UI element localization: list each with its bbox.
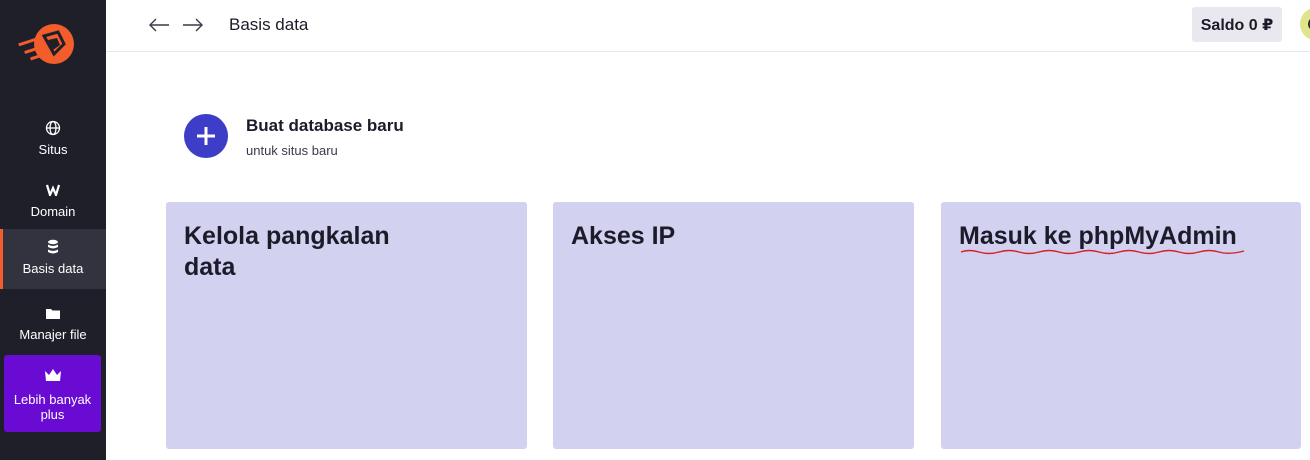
- card-title: Kelola pangkalan data: [184, 222, 390, 281]
- back-arrow-icon[interactable]: [146, 12, 172, 38]
- create-subtitle: untuk situs baru: [246, 143, 338, 158]
- folder-icon: [46, 303, 60, 323]
- card-manage-database[interactable]: Kelola pangkalan data: [166, 202, 527, 449]
- forward-arrow-icon[interactable]: [180, 12, 206, 38]
- sidebar-item-label: Basis data: [22, 261, 84, 276]
- card-title: Akses IP: [571, 222, 676, 250]
- sidebar-item-upgrade-plus[interactable]: Lebih banyak plus: [4, 355, 101, 432]
- sidebar-item-label: Domain: [30, 204, 76, 219]
- logo-rocket-icon[interactable]: [14, 20, 76, 68]
- create-title: Buat database baru: [246, 116, 404, 135]
- database-icon: [47, 237, 59, 257]
- sidebar-item-label: Situs: [38, 142, 68, 157]
- balance-button[interactable]: Saldo 0 ₽: [1192, 7, 1282, 42]
- avatar[interactable]: [1300, 8, 1310, 40]
- sidebar-item-basis-data[interactable]: Basis data: [0, 229, 106, 289]
- sidebar-item-situs[interactable]: Situs: [0, 110, 106, 168]
- sidebar-item-label: Lebih banyak plus: [13, 392, 92, 422]
- top-header: Basis data Saldo 0 ₽: [106, 0, 1310, 52]
- sidebar-item-domain[interactable]: Domain: [0, 172, 106, 230]
- globe-icon: [45, 118, 61, 138]
- card-phpmyadmin[interactable]: Masuk ke phpMyAdmin: [941, 202, 1301, 449]
- sidebar-item-label: Manajer file: [19, 327, 87, 342]
- plus-icon[interactable]: [184, 114, 228, 158]
- domain-w-icon: [46, 180, 60, 200]
- sidebar: Situs Domain Basis data Manajer file Leb…: [0, 0, 106, 460]
- page-title: Basis data: [229, 15, 309, 34]
- spellcheck-underline: [960, 249, 1245, 255]
- card-ip-access[interactable]: Akses IP: [553, 202, 914, 449]
- crown-icon: [44, 367, 62, 383]
- create-database-button[interactable]: Buat database baru untuk situs baru: [184, 114, 404, 158]
- sidebar-item-manajer-file[interactable]: Manajer file: [0, 295, 106, 353]
